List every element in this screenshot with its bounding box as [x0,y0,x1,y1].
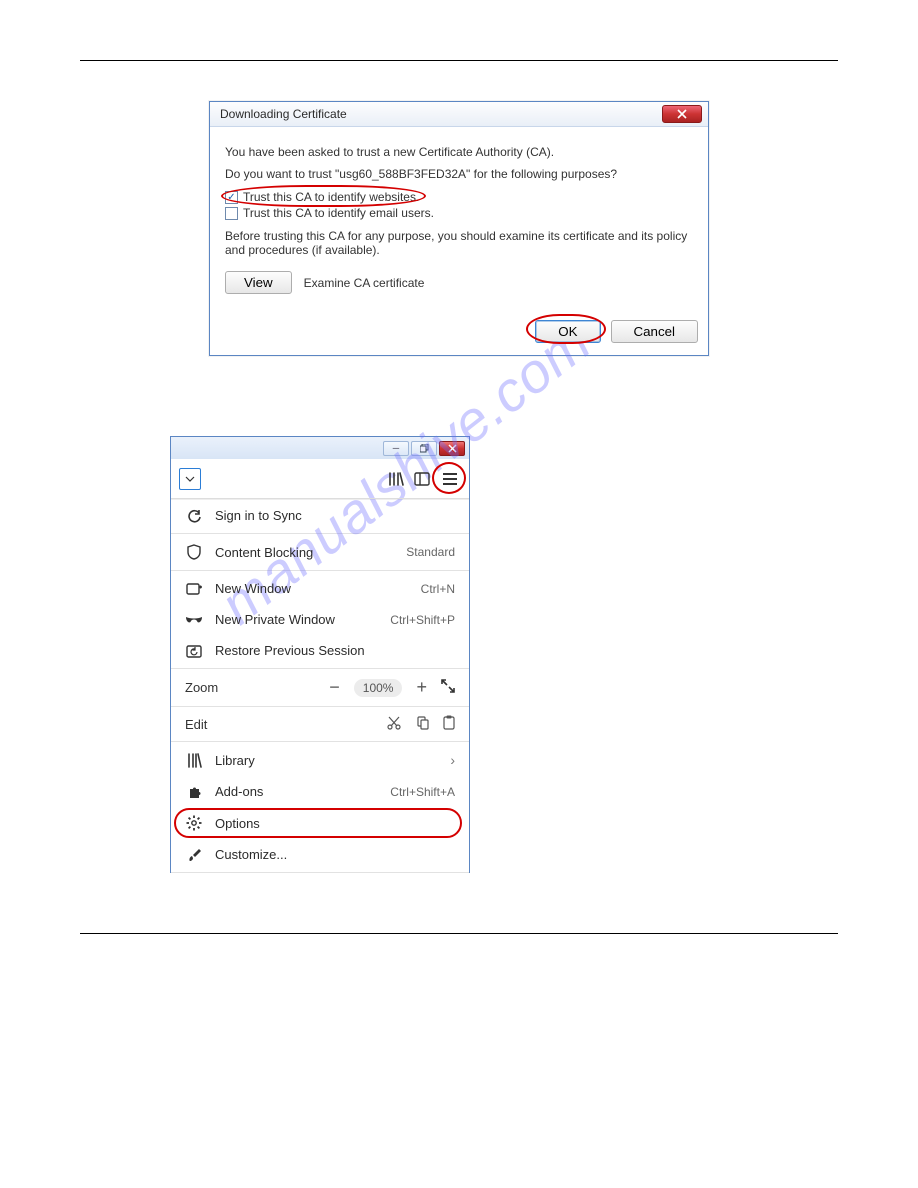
cancel-button[interactable]: Cancel [611,320,699,343]
cert-dialog: Downloading Certificate You have been as… [209,101,709,356]
chevron-right-icon: › [450,752,455,768]
checkbox-icon: ✓ [225,191,238,204]
paintbrush-icon [185,847,203,862]
copy-button[interactable] [415,716,429,733]
menu-new-private-window[interactable]: New Private Window Ctrl+Shift+P [171,604,469,635]
maximize-button[interactable] [411,441,437,456]
menu-edit-row: Edit [171,709,469,739]
menu-addons[interactable]: Add-ons Ctrl+Shift+A [171,776,469,807]
dialog-body: You have been asked to trust a new Certi… [210,127,708,312]
new-window-icon [185,582,203,596]
top-rule [80,60,838,61]
menu-addons-label: Add-ons [215,784,378,799]
checkbox-trust-websites[interactable]: ✓ Trust this CA to identify websites. [225,189,693,205]
fullscreen-button[interactable] [441,679,455,696]
menu-customize-label: Customize... [215,847,455,862]
minimize-button[interactable]: ─ [383,441,409,456]
bottom-rule [80,933,838,934]
menu-zoom-row: Zoom − 100% + [171,671,469,704]
sidebar-icon[interactable] [413,470,431,488]
puzzle-icon [185,784,203,799]
menu-content-blocking-label: Content Blocking [215,545,394,560]
menu-options-label: Options [215,816,455,831]
firefox-window-corner: ─ Sign in to Sync [170,436,470,873]
menu-restore-label: Restore Previous Session [215,643,455,658]
zoom-out-button[interactable]: − [329,677,340,698]
library-icon[interactable] [387,470,405,488]
hamburger-menu-button[interactable] [439,468,461,490]
sync-icon [185,508,203,523]
paste-icon [443,715,455,730]
menu-new-private-label: New Private Window [215,612,378,627]
zoom-label: Zoom [185,680,218,695]
hamburger-icon [442,472,458,486]
paste-button[interactable] [443,715,455,733]
menu-sign-in-label: Sign in to Sync [215,508,455,523]
dialog-question: Do you want to trust "usg60_588BF3FED32A… [225,167,693,181]
menu-options[interactable]: Options [171,807,469,839]
checkbox-icon [225,207,238,220]
fullscreen-icon [441,679,455,693]
menu-new-window-accel: Ctrl+N [421,582,455,596]
library-icon [185,753,203,768]
view-button[interactable]: View [225,271,292,294]
menu-new-window-label: New Window [215,581,409,596]
menu-library[interactable]: Library › [171,744,469,776]
app-menu-panel: Sign in to Sync Content Blocking Standar… [171,499,469,873]
cut-icon [387,716,401,730]
browser-toolbar [171,459,469,499]
menu-new-window[interactable]: New Window Ctrl+N [171,573,469,604]
copy-icon [415,716,429,730]
content-blocking-status: Standard [406,545,455,559]
dialog-intro: You have been asked to trust a new Certi… [225,145,693,159]
cut-button[interactable] [387,716,401,733]
dialog-titlebar: Downloading Certificate [210,102,708,127]
ok-button[interactable]: OK [535,320,600,343]
zoom-value: 100% [354,679,403,697]
menu-sign-in[interactable]: Sign in to Sync [171,500,469,531]
checkbox-trust-email[interactable]: Trust this CA to identify email users. [225,205,693,221]
checkbox-email-label: Trust this CA to identify email users. [243,206,434,220]
menu-content-blocking[interactable]: Content Blocking Standard [171,536,469,568]
menu-restore-session[interactable]: Restore Previous Session [171,635,469,666]
close-icon [677,109,687,119]
titlebar-close-button[interactable] [662,105,702,123]
maximize-icon [420,444,429,453]
menu-customize[interactable]: Customize... [171,839,469,870]
dialog-title: Downloading Certificate [220,107,347,121]
zoom-in-button[interactable]: + [416,677,427,698]
chevron-down-icon [185,476,195,482]
view-note: Examine CA certificate [304,276,425,290]
edit-label: Edit [185,717,207,732]
close-icon [448,444,457,453]
shield-icon [185,544,203,560]
menu-new-private-accel: Ctrl+Shift+P [390,613,455,627]
gear-icon [185,815,203,831]
checkbox-websites-label: Trust this CA to identify websites. [243,190,419,204]
window-chrome: ─ [171,437,469,459]
menu-addons-accel: Ctrl+Shift+A [390,785,455,799]
mask-icon [185,615,203,625]
dialog-warning: Before trusting this CA for any purpose,… [225,229,693,257]
menu-library-label: Library [215,753,438,768]
window-close-button[interactable] [439,441,465,456]
urlbar-dropdown[interactable] [179,468,201,490]
restore-icon [185,644,203,658]
